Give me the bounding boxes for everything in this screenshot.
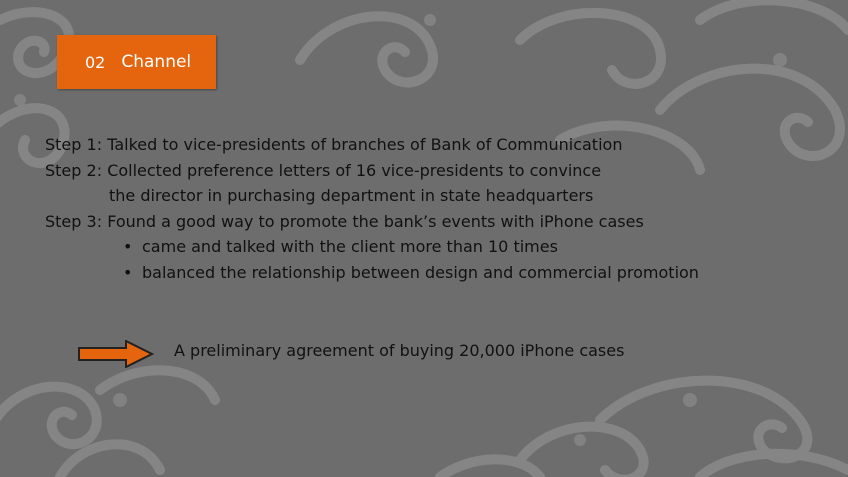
step-text: Talked to vice-presidents of branches of…: [107, 135, 623, 154]
section-title-tag: 02 Channel: [57, 35, 216, 89]
bullet-text: balanced the relationship between design…: [142, 262, 699, 282]
step-label: Step 2:: [45, 160, 103, 180]
step-text: Found a good way to promote the bank’s e…: [107, 211, 644, 231]
bullet-item: • came and talked with the client more t…: [45, 234, 699, 260]
bullet-dot: •: [123, 237, 133, 256]
step-text: Collected preference letters of 16 vice-…: [107, 160, 602, 180]
step-1: Step 1: Talked to vice-presidents of bra…: [45, 132, 699, 158]
section-title: Channel: [121, 52, 192, 72]
bullet-text: came and talked with the client more tha…: [142, 237, 558, 256]
result-text: A preliminary agreement of buying 20,000…: [174, 341, 625, 360]
step-label: Step 3:: [45, 211, 103, 231]
slide: 02 Channel Step 1: Talked to vice-presid…: [0, 0, 848, 477]
step-2: Step 2: Collected preference letters of …: [45, 158, 699, 184]
steps-list: Step 1: Talked to vice-presidents of bra…: [45, 132, 699, 285]
result-row: A preliminary agreement of buying 20,000…: [78, 340, 624, 368]
bullet-item: • balanced the relationship between desi…: [45, 260, 699, 286]
step-label: Step 1:: [45, 135, 103, 154]
bullet-dot: •: [123, 262, 133, 282]
section-number: 02: [85, 52, 106, 72]
step-3: Step 3: Found a good way to promote the …: [45, 209, 699, 235]
step-2-continuation: the director in purchasing department in…: [109, 186, 594, 205]
right-arrow-icon: [78, 340, 154, 368]
